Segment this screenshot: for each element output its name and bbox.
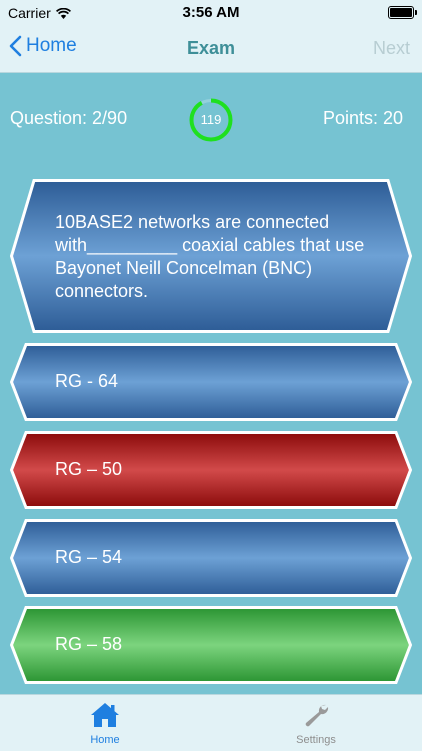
tab-settings-label: Settings bbox=[296, 734, 336, 746]
home-icon bbox=[91, 703, 119, 727]
wrench-icon bbox=[305, 704, 329, 727]
answer-label: RG – 58 bbox=[55, 634, 123, 654]
question-card: 10BASE2 networks are connected with_____… bbox=[10, 179, 412, 333]
question-text: 10BASE2 networks are connected with_____… bbox=[55, 212, 365, 301]
tab-home-label: Home bbox=[90, 734, 120, 746]
status-bar: Carrier 3:56 AM bbox=[0, 0, 422, 26]
answer-option-2[interactable]: RG – 50 bbox=[10, 431, 412, 509]
timer: 119 bbox=[189, 98, 233, 142]
answer-label: RG – 50 bbox=[55, 459, 123, 479]
timer-value: 119 bbox=[200, 112, 222, 127]
points-label: Points: 20 bbox=[322, 108, 403, 128]
answer-option-4[interactable]: RG – 58 bbox=[10, 606, 412, 684]
next-button[interactable]: Next bbox=[373, 38, 410, 59]
answer-label: RG - 64 bbox=[55, 371, 119, 391]
status-time: 3:56 AM bbox=[182, 4, 240, 21]
navigation-bar: Home Exam Next bbox=[0, 26, 422, 73]
answer-label: RG – 54 bbox=[55, 547, 123, 567]
answer-option-1[interactable]: RG - 64 bbox=[10, 343, 412, 421]
page-title: Exam bbox=[186, 38, 236, 58]
battery-icon bbox=[388, 6, 417, 19]
tab-home[interactable]: Home bbox=[65, 701, 145, 746]
question-counter: Question: 2/90 bbox=[10, 108, 128, 128]
answer-option-3[interactable]: RG – 54 bbox=[10, 519, 412, 597]
tab-settings[interactable]: Settings bbox=[276, 701, 356, 746]
tab-bar: Home Settings bbox=[0, 694, 422, 751]
